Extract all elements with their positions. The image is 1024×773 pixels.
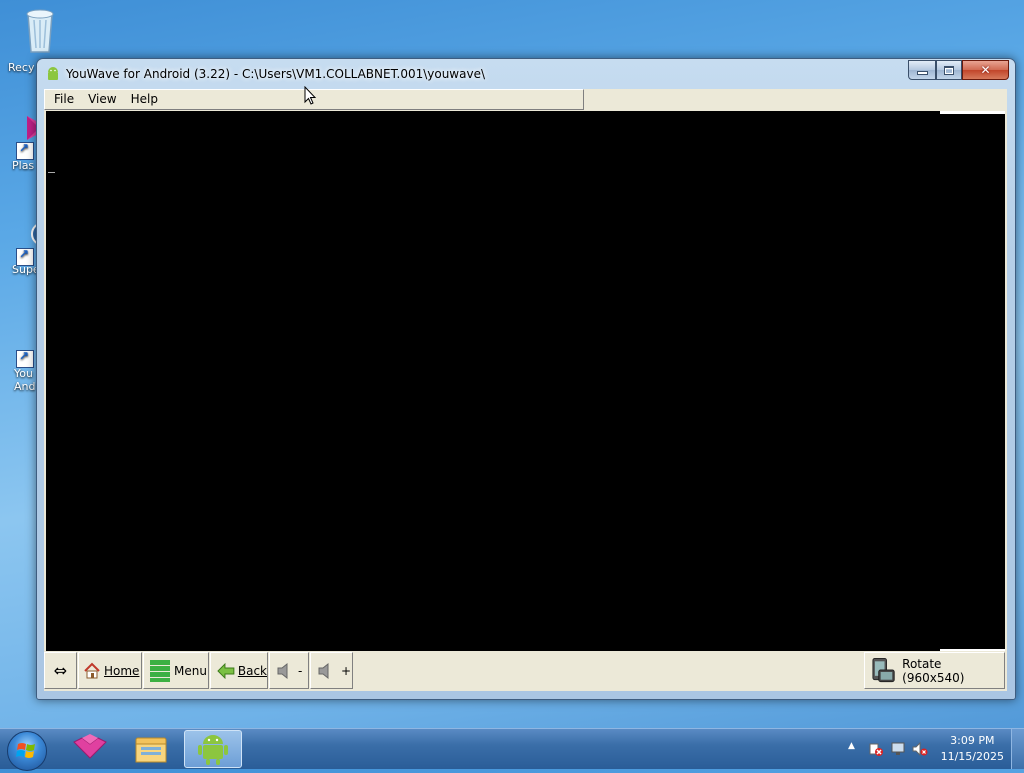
clock[interactable]: 3:09 PM 11/15/2025 — [941, 733, 1004, 765]
back-arrow-icon — [217, 662, 235, 679]
volume-down-button[interactable]: - — [269, 652, 309, 689]
taskbar-youwave[interactable] — [184, 730, 242, 768]
start-button[interactable] — [7, 731, 47, 771]
android-icon — [48, 67, 58, 80]
shortcut-arrow-icon — [16, 247, 34, 266]
minimize-button[interactable] — [908, 60, 936, 80]
android-icon — [198, 735, 228, 765]
volume-up-label: + — [341, 663, 352, 678]
rotate-button[interactable]: Rotate (960x540) — [864, 652, 1005, 689]
clock-time: 3:09 PM — [950, 734, 995, 747]
folder-icon — [135, 737, 167, 763]
double-arrow-icon: ⇔ — [53, 661, 68, 680]
title-bar[interactable]: YouWave for Android (3.22) - C:\Users\VM… — [37, 59, 1015, 89]
screen-edge — [940, 111, 1005, 114]
home-icon — [84, 662, 100, 678]
menu-button[interactable]: Menu — [143, 652, 209, 689]
show-desktop-button[interactable] — [1011, 729, 1024, 769]
menu-help[interactable]: Help — [122, 90, 163, 106]
plasma-app-icon — [73, 734, 107, 759]
bottom-toolbar: ⇔ Home Menu Back - + Rotate (960x540) — [44, 651, 1007, 691]
home-button[interactable]: Home — [78, 652, 142, 689]
android-screen[interactable] — [46, 111, 1005, 651]
taskbar: ▲ 3:09 PM 11/15/2025 — [0, 728, 1024, 771]
volume-muted-icon[interactable] — [912, 741, 928, 757]
speaker-icon — [318, 662, 329, 679]
volume-down-label: - — [298, 663, 303, 678]
home-label: Home — [104, 663, 140, 678]
rotate-phone-icon — [872, 657, 895, 682]
maximize-button[interactable] — [936, 60, 962, 80]
text-cursor — [48, 172, 55, 173]
system-tray: ▲ 3:09 PM 11/15/2025 — [834, 729, 1024, 769]
mouse-pointer-icon — [304, 86, 317, 105]
window-client-area: File View Help ⇔ Home Menu Back - + Rota… — [44, 89, 1007, 691]
menu-view[interactable]: View — [79, 90, 121, 106]
window-title: YouWave for Android (3.22) - C:\Users\VM… — [66, 67, 486, 81]
expand-button[interactable]: ⇔ — [44, 652, 77, 689]
rotate-label: Rotate (960x540) — [902, 656, 965, 685]
shortcut-arrow-icon — [16, 141, 34, 160]
recycle-bin-icon — [26, 9, 54, 53]
back-label: Back — [237, 663, 267, 678]
menu-file[interactable]: File — [45, 90, 79, 106]
volume-up-button[interactable]: + — [310, 652, 353, 689]
close-button[interactable]: ✕ — [962, 60, 1009, 80]
clock-date: 11/15/2025 — [940, 750, 1004, 763]
back-button[interactable]: Back — [210, 652, 268, 689]
window-controls: ✕ — [908, 60, 1009, 80]
network-icon[interactable] — [890, 741, 906, 757]
maximize-icon — [944, 65, 954, 75]
shortcut-arrow-icon — [16, 349, 34, 368]
menu-label: Menu — [174, 663, 207, 678]
action-center-icon[interactable] — [868, 741, 884, 757]
windows-logo-icon — [16, 743, 35, 758]
taskbar-explorer[interactable] — [122, 730, 180, 768]
close-icon: ✕ — [980, 63, 991, 77]
taskbar-plasma[interactable] — [61, 730, 119, 768]
minimize-icon — [916, 71, 928, 75]
menu-icon — [150, 659, 170, 682]
speaker-icon — [277, 662, 288, 679]
show-hidden-icons-button[interactable]: ▲ — [848, 741, 855, 751]
youwave-window: YouWave for Android (3.22) - C:\Users\VM… — [36, 58, 1016, 700]
